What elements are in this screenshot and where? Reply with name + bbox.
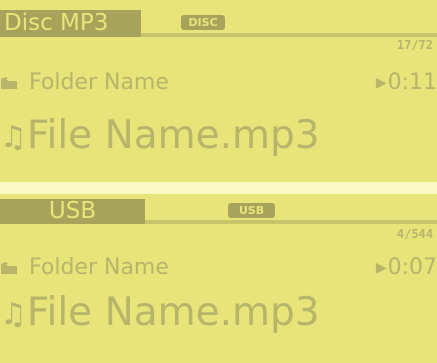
file-name: File Name.mp3: [26, 113, 320, 158]
folder-row: Folder Name: [0, 70, 169, 96]
file-row: ♫File Name.mp3: [0, 290, 320, 335]
play-icon: ▶: [375, 75, 387, 91]
folder-row: Folder Name: [0, 255, 169, 281]
folder-icon: [0, 71, 22, 96]
display-separator: [0, 182, 437, 194]
track-counter: 4/544: [396, 227, 433, 241]
play-time: 0:11: [387, 70, 437, 95]
usb-badge: USB: [228, 203, 275, 218]
lcd-display-disc-mp3: Disc MP3 DISC 17/72 Folder Name ▶0:11 ♫F…: [0, 0, 437, 182]
file-row: ♫File Name.mp3: [0, 113, 320, 158]
file-name: File Name.mp3: [26, 290, 320, 335]
folder-name: Folder Name: [29, 70, 169, 95]
play-time: 0:07: [387, 255, 437, 280]
track-counter: 17/72: [396, 38, 433, 52]
play-time-display: ▶0:07: [376, 255, 437, 280]
folder-icon: [0, 256, 22, 281]
mode-label: USB: [0, 199, 145, 224]
play-icon: ▶: [375, 260, 387, 276]
folder-name: Folder Name: [29, 255, 169, 280]
header-strip: [145, 220, 437, 224]
play-time-display: ▶0:11: [376, 70, 437, 95]
header-strip: [141, 33, 437, 37]
disc-badge: DISC: [181, 15, 225, 30]
music-note-icon: ♫: [0, 297, 27, 332]
music-note-icon: ♫: [0, 120, 27, 155]
mode-label: Disc MP3: [0, 10, 141, 37]
